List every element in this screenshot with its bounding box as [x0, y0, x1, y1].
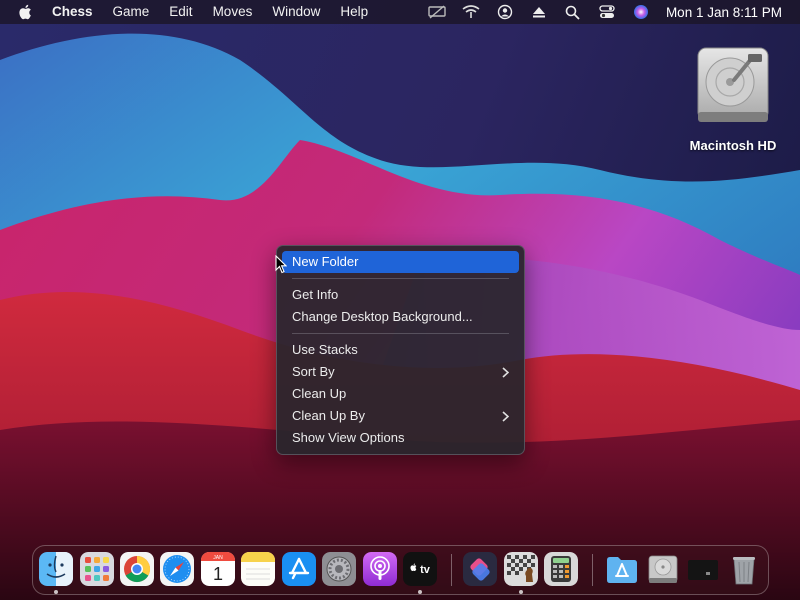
dock: JAN 1 tv	[32, 545, 769, 595]
safari-icon[interactable]	[160, 552, 194, 586]
apple-tv-icon[interactable]: tv	[403, 552, 437, 586]
spotlight-search-icon[interactable]	[556, 0, 590, 24]
mouse-pointer-icon	[275, 255, 287, 274]
menu-bar-clock[interactable]: Mon 1 Jan 8:11 PM	[658, 5, 800, 20]
control-center-icon[interactable]	[590, 0, 624, 24]
eject-icon[interactable]	[522, 0, 556, 24]
siri-icon[interactable]	[624, 0, 658, 24]
screen-thumbnail-icon[interactable]	[686, 552, 720, 586]
menu-item-label: New Folder	[292, 254, 359, 269]
calculator-icon[interactable]	[544, 552, 578, 586]
podcasts-icon[interactable]	[363, 552, 397, 586]
tv-label: tv	[420, 564, 431, 576]
applications-folder-icon[interactable]	[605, 552, 639, 586]
menu-item-sort-by[interactable]: Sort By	[282, 361, 519, 383]
desktop-icon-macintosh-hd[interactable]: Macintosh HD	[680, 46, 786, 153]
hard-drive-icon	[697, 47, 769, 122]
menu-item-label: Clean Up By	[292, 408, 365, 423]
shortcuts-icon[interactable]	[463, 552, 497, 586]
chess-icon[interactable]	[504, 552, 538, 586]
running-indicator	[418, 590, 422, 594]
menu-help[interactable]: Help	[330, 0, 378, 24]
chevron-right-icon	[502, 405, 509, 427]
menu-moves[interactable]: Moves	[203, 0, 263, 24]
trash-icon[interactable]	[727, 552, 761, 586]
menu-item-label: Use Stacks	[292, 342, 358, 357]
chevron-right-icon	[502, 361, 509, 383]
menu-game[interactable]: Game	[103, 0, 160, 24]
dock-separator	[451, 554, 452, 586]
calendar-icon[interactable]: JAN 1	[201, 552, 235, 586]
menu-item-show-view-options[interactable]: Show View Options	[282, 427, 519, 449]
menu-edit[interactable]: Edit	[159, 0, 202, 24]
menu-item-label: Sort By	[292, 364, 335, 379]
menu-item-label: Change Desktop Background...	[292, 309, 473, 324]
menu-item-get-info[interactable]: Get Info	[282, 284, 519, 306]
menu-item-label: Get Info	[292, 287, 339, 302]
menu-item-label: Show View Options	[292, 430, 405, 445]
calendar-month: JAN	[213, 555, 223, 561]
launchpad-icon[interactable]	[80, 552, 114, 586]
desktop-context-menu: New Folder Get Info Change Desktop Backg…	[276, 245, 525, 455]
menu-item-use-stacks[interactable]: Use Stacks	[282, 339, 519, 361]
menu-item-clean-up[interactable]: Clean Up	[282, 383, 519, 405]
screen-mirroring-off-icon[interactable]	[420, 0, 454, 24]
user-account-icon[interactable]	[488, 0, 522, 24]
app-store-icon[interactable]	[282, 552, 316, 586]
menu-item-clean-up-by[interactable]: Clean Up By	[282, 405, 519, 427]
menu-window[interactable]: Window	[262, 0, 330, 24]
wifi-icon[interactable]	[454, 0, 488, 24]
running-indicator	[54, 590, 58, 594]
hard-drive-icon[interactable]	[646, 552, 680, 586]
apple-logo-icon[interactable]	[8, 0, 42, 24]
desktop-icon-label: Macintosh HD	[689, 138, 777, 153]
finder-icon[interactable]	[39, 552, 73, 586]
chrome-icon[interactable]	[120, 552, 154, 586]
menu-item-label: Clean Up	[292, 386, 347, 401]
notes-icon[interactable]	[241, 552, 275, 586]
dock-separator	[592, 554, 593, 586]
status-area: Mon 1 Jan 8:11 PM	[420, 0, 800, 24]
running-indicator	[519, 590, 523, 594]
menu-bar: Chess Game Edit Moves Window Help Mon 1 …	[0, 0, 800, 24]
menu-separator	[292, 278, 509, 279]
menu-item-new-folder[interactable]: New Folder	[282, 251, 519, 273]
menu-separator	[292, 333, 509, 334]
system-preferences-icon[interactable]	[322, 552, 356, 586]
app-menu-chess[interactable]: Chess	[42, 0, 103, 24]
calendar-day: 1	[213, 564, 223, 584]
menu-item-change-desktop-background[interactable]: Change Desktop Background...	[282, 306, 519, 328]
